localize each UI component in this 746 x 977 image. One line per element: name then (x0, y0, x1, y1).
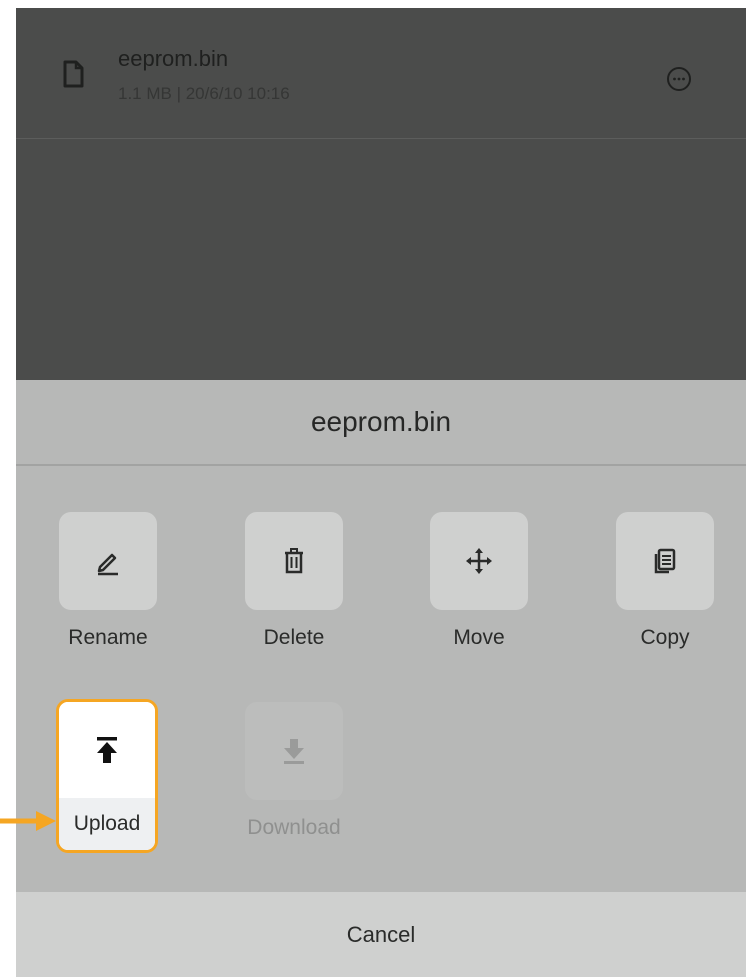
more-options-icon[interactable] (666, 66, 692, 92)
download-icon (284, 739, 304, 764)
upload-action[interactable]: Upload (56, 699, 158, 853)
download-action[interactable]: Download (244, 702, 344, 840)
action-sheet: eeprom.bin Rename Delete Move Copy Uploa… (16, 380, 746, 977)
file-list-item[interactable]: eeprom.bin 1.1 MB | 20/6/10 10:16 (16, 8, 746, 139)
upload-button[interactable] (59, 702, 155, 798)
upload-label: Upload (59, 798, 155, 850)
delete-button[interactable] (245, 512, 343, 610)
move-icon (466, 548, 492, 574)
move-button[interactable] (430, 512, 528, 610)
copy-icon (654, 548, 676, 574)
delete-label: Delete (263, 626, 325, 649)
file-meta: 1.1 MB | 20/6/10 10:16 (118, 84, 290, 103)
sheet-title: eeprom.bin (16, 380, 746, 466)
rename-action[interactable]: Rename (58, 512, 158, 650)
download-button[interactable] (245, 702, 343, 800)
copy-action[interactable]: Copy (615, 512, 715, 650)
move-action[interactable]: Move (429, 512, 529, 650)
pointer-arrow-icon (0, 811, 56, 831)
move-label: Move (453, 626, 505, 649)
file-name: eeprom.bin (118, 46, 229, 71)
rename-button[interactable] (59, 512, 157, 610)
copy-button[interactable] (616, 512, 714, 610)
download-label: Download (247, 816, 341, 839)
upload-icon (97, 737, 117, 763)
pencil-icon (97, 553, 118, 576)
delete-action[interactable]: Delete (244, 512, 344, 650)
rename-label: Rename (68, 626, 148, 649)
file-icon (63, 60, 84, 88)
copy-label: Copy (640, 626, 690, 649)
trash-icon (285, 548, 303, 574)
cancel-button[interactable]: Cancel (16, 892, 746, 977)
screen: eeprom.bin 1.1 MB | 20/6/10 10:16 eeprom… (16, 8, 746, 977)
